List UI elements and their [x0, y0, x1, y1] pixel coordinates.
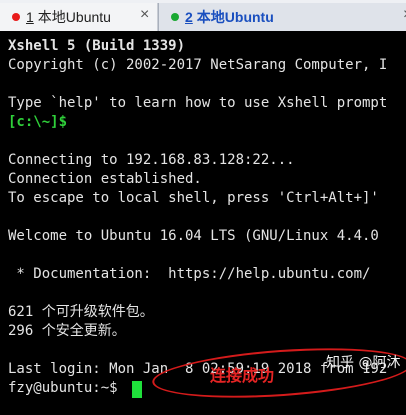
- session-tab-bar: 1 本地Ubuntu × 2 本地Ubuntu ×: [0, 0, 406, 31]
- local-shell-prompt: [c:\~]$: [8, 114, 68, 130]
- terminal-cursor: [132, 381, 142, 398]
- session-tab-1[interactable]: 1 本地Ubuntu ×: [0, 3, 158, 31]
- terminal-line: Connection established.: [8, 171, 202, 187]
- terminal-line: Copyright (c) 2002-2017 NetSarang Comput…: [8, 57, 388, 73]
- terminal-line: * Documentation: https://help.ubuntu.com…: [8, 266, 371, 282]
- tab-label: 本地Ubuntu: [37, 9, 111, 25]
- watermark: 知乎 @阿沐: [326, 355, 401, 371]
- terminal-line: Welcome to Ubuntu 16.04 LTS (GNU/Linux 4…: [8, 228, 379, 244]
- terminal-line: 296 个安全更新。: [8, 323, 126, 339]
- session-tab-2[interactable]: 2 本地Ubuntu ×: [158, 3, 406, 31]
- terminal-line: Xshell 5 (Build 1339): [8, 38, 186, 54]
- tab-label: 本地Ubuntu: [196, 9, 274, 25]
- tab-number: 2: [185, 9, 193, 25]
- close-tab-icon[interactable]: ×: [140, 6, 149, 24]
- remote-shell-prompt: fzy@ubuntu:~$: [8, 380, 127, 396]
- terminal-line: 621 个可升级软件包。: [8, 304, 154, 320]
- disconnected-status-icon: [12, 13, 20, 21]
- annotation-label: 连接成功: [210, 366, 275, 385]
- connected-status-icon: [171, 13, 179, 21]
- terminal-line: Connecting to 192.168.83.128:22...: [8, 152, 295, 168]
- tab-number: 1: [26, 9, 34, 25]
- terminal-line: Type `help' to learn how to use Xshell p…: [8, 95, 388, 111]
- terminal-line: To escape to local shell, press 'Ctrl+Al…: [8, 190, 379, 206]
